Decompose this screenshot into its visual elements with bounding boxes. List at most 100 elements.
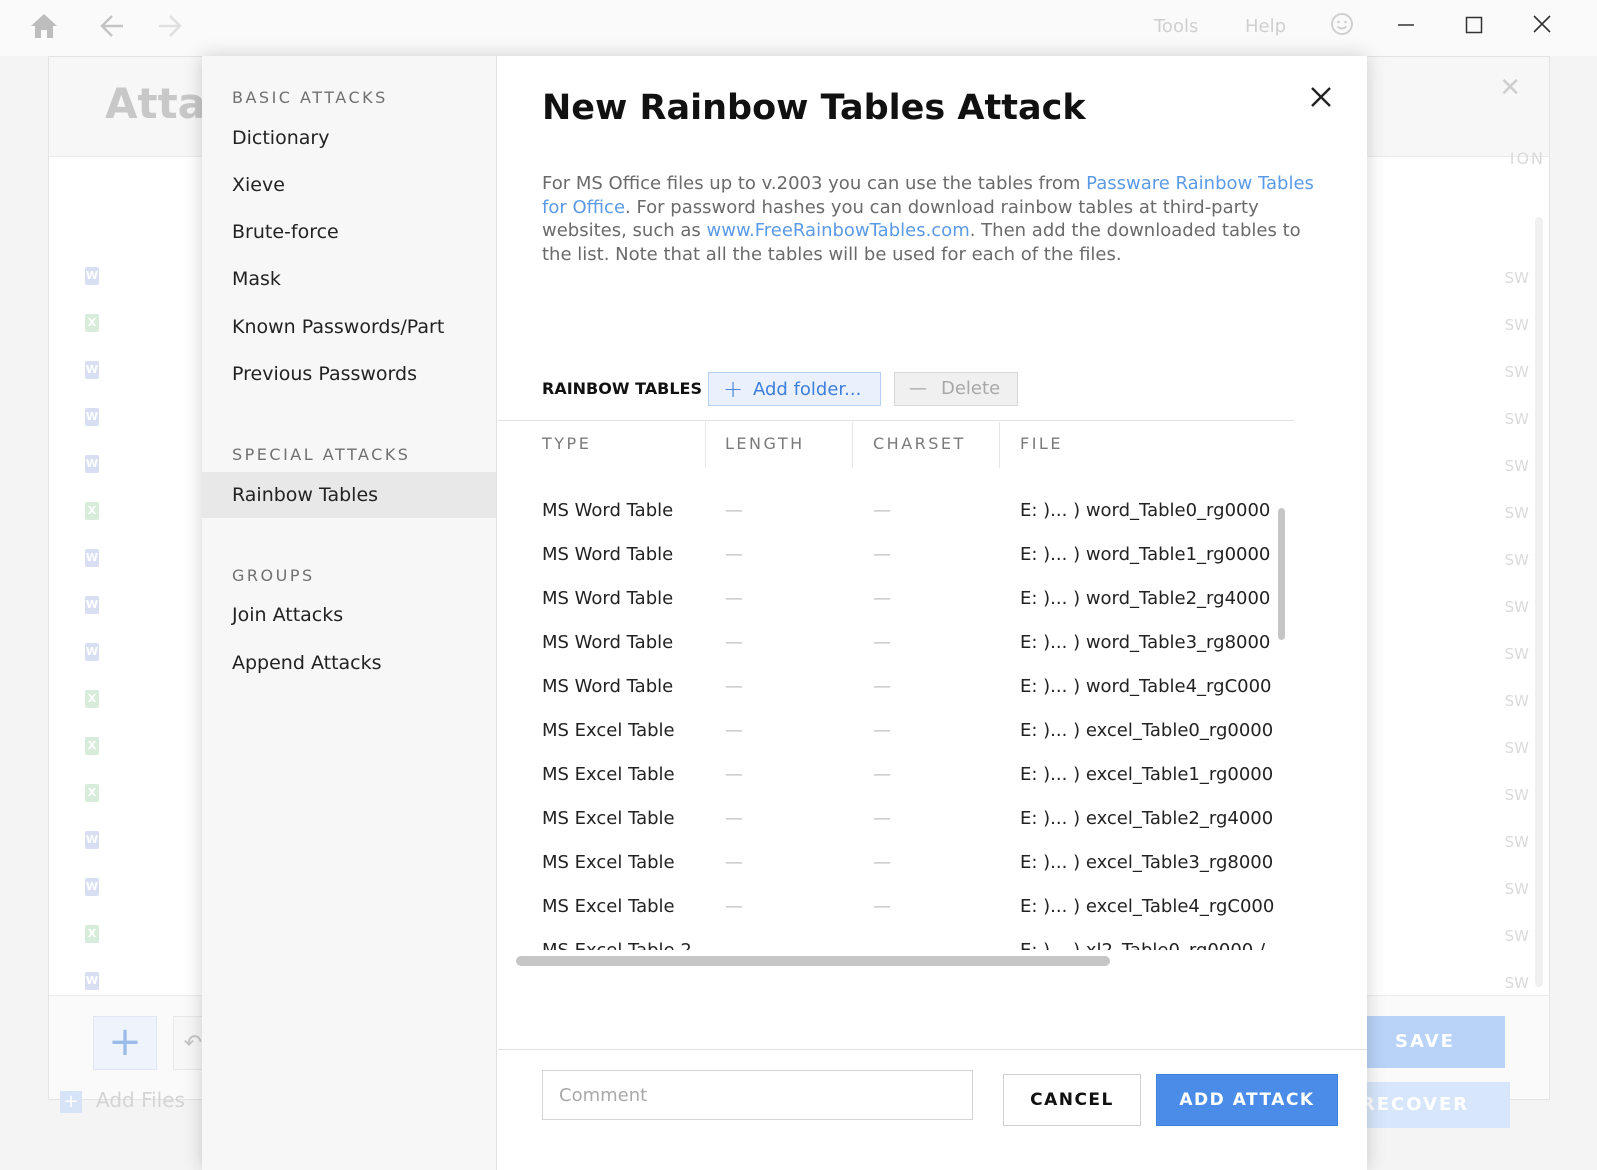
- column-header-length[interactable]: LENGTH: [725, 434, 805, 453]
- rainbow-tables-list: MS Word Table — — E: )... ) word_Table0_…: [498, 486, 1276, 950]
- table-row[interactable]: MS Excel Table — — E: )... ) excel_Table…: [498, 885, 1276, 929]
- cell-type: MS Word Table: [542, 500, 674, 521]
- word-file-icon: W: [85, 878, 99, 896]
- excel-file-icon: X: [85, 690, 99, 708]
- cell-type: MS Excel Table: [542, 808, 675, 829]
- sidebar-item-rainbow-tables[interactable]: Rainbow Tables: [202, 472, 496, 518]
- new-attack-dialog: BASIC ATTACKS Dictionary Xieve Brute-for…: [202, 56, 1367, 1170]
- cell-length: —: [725, 500, 743, 521]
- row-status: SW: [1504, 786, 1529, 804]
- column-separator[interactable]: [999, 422, 1000, 468]
- home-icon[interactable]: [28, 12, 60, 44]
- close-icon[interactable]: [1524, 10, 1560, 46]
- cell-charset: —: [873, 896, 891, 917]
- sidebar-item-mask[interactable]: Mask: [202, 256, 496, 302]
- cell-length: —: [725, 764, 743, 785]
- cell-length: —: [725, 632, 743, 653]
- table-horizontal-scrollbar[interactable]: [516, 956, 1110, 966]
- row-status: SW: [1504, 833, 1529, 851]
- word-file-icon: W: [85, 408, 99, 426]
- column-header-file[interactable]: FILE: [1020, 434, 1063, 453]
- word-file-icon: W: [85, 831, 99, 849]
- cell-file: E: )... ) word_Table3_rg8000: [1020, 632, 1271, 653]
- delete-button[interactable]: — Delete: [894, 372, 1018, 406]
- minus-icon: —: [909, 378, 927, 399]
- excel-file-icon: X: [85, 784, 99, 802]
- description-text: For MS Office files up to v.2003 you can…: [542, 173, 1087, 194]
- arrow-left-icon[interactable]: [96, 12, 128, 44]
- panel-close-icon[interactable]: ✕: [1499, 73, 1521, 103]
- add-attack-button[interactable]: ADD ATTACK: [1156, 1074, 1338, 1126]
- table-row[interactable]: MS Word Table — — E: )... ) word_Table4_…: [498, 665, 1276, 709]
- cell-file: E: )... ) excel_Table2_rg4000: [1020, 808, 1274, 829]
- table-row[interactable]: MS Excel Table — — E: )... ) excel_Table…: [498, 709, 1276, 753]
- cell-charset: —: [873, 808, 891, 829]
- column-header-type[interactable]: TYPE: [542, 434, 591, 453]
- cell-charset: —: [873, 676, 891, 697]
- table-vertical-scrollbar[interactable]: [1278, 508, 1285, 640]
- sidebar-item-join-attacks[interactable]: Join Attacks: [202, 592, 496, 638]
- word-file-icon: W: [85, 643, 99, 661]
- panel-scrollbar[interactable]: [1535, 217, 1543, 987]
- maximize-icon[interactable]: [1456, 10, 1492, 46]
- table-row[interactable]: MS Excel Table — — E: )... ) excel_Table…: [498, 841, 1276, 885]
- add-folder-label: Add folder...: [753, 379, 862, 400]
- cell-type: MS Excel Table: [542, 896, 675, 917]
- table-row[interactable]: MS Excel Table — — E: )... ) excel_Table…: [498, 797, 1276, 841]
- cancel-button[interactable]: CANCEL: [1003, 1074, 1141, 1126]
- table-row[interactable]: MS Excel Table 2 — — E: )... ) xl2_Table…: [498, 929, 1276, 950]
- sidebar-item-dictionary[interactable]: Dictionary: [202, 115, 496, 161]
- plus-icon: +: [723, 375, 744, 403]
- table-row[interactable]: MS Word Table — — E: )... ) word_Table0_…: [498, 489, 1276, 533]
- row-status: SW: [1504, 504, 1529, 522]
- column-separator[interactable]: [705, 422, 706, 468]
- add-attack-plus-button[interactable]: +: [93, 1016, 157, 1070]
- cell-charset: —: [873, 764, 891, 785]
- table-row[interactable]: MS Excel Table — — E: )... ) excel_Table…: [498, 753, 1276, 797]
- row-status: SW: [1504, 457, 1529, 475]
- smiley-icon[interactable]: [1326, 12, 1358, 44]
- column-separator[interactable]: [852, 422, 853, 468]
- cell-charset: —: [873, 720, 891, 741]
- sidebar-item-xieve[interactable]: Xieve: [202, 162, 496, 208]
- dialog-close-icon[interactable]: [1301, 78, 1341, 118]
- plus-icon: +: [60, 1091, 82, 1113]
- cell-length: —: [725, 896, 743, 917]
- menu-help[interactable]: Help: [1245, 16, 1286, 37]
- sidebar-item-previous-passwords[interactable]: Previous Passwords: [202, 351, 496, 397]
- column-header-charset[interactable]: CHARSET: [873, 434, 966, 453]
- title-bar: Tools Help: [0, 0, 1597, 56]
- excel-file-icon: X: [85, 314, 99, 332]
- excel-file-icon: X: [85, 502, 99, 520]
- delete-label: Delete: [941, 378, 1001, 399]
- table-row[interactable]: MS Word Table — — E: )... ) word_Table2_…: [498, 577, 1276, 621]
- sidebar-item-known-passwords[interactable]: Known Passwords/Part: [202, 304, 496, 350]
- add-files-button[interactable]: + Add Files: [60, 1088, 185, 1113]
- save-button[interactable]: SAVE: [1345, 1016, 1505, 1068]
- comment-input[interactable]: [542, 1070, 973, 1120]
- sidebar-item-brute-force[interactable]: Brute-force: [202, 209, 496, 255]
- table-row[interactable]: MS Word Table — — E: )... ) word_Table3_…: [498, 621, 1276, 665]
- cell-file: E: )... ) word_Table1_rg0000: [1020, 544, 1271, 565]
- attack-type-sidebar: BASIC ATTACKS Dictionary Xieve Brute-for…: [202, 56, 497, 1170]
- dialog-title: New Rainbow Tables Attack: [542, 88, 1086, 128]
- row-status: SW: [1504, 598, 1529, 616]
- arrow-right-icon[interactable]: [154, 12, 186, 44]
- cell-type: MS Excel Table: [542, 764, 675, 785]
- cell-file: E: )... ) excel_Table0_rg0000: [1020, 720, 1274, 741]
- menu-tools[interactable]: Tools: [1154, 16, 1198, 37]
- cell-length: —: [725, 544, 743, 565]
- add-folder-button[interactable]: + Add folder...: [708, 372, 881, 406]
- table-row[interactable]: MS Word Table — — E: )... ) word_Table1_…: [498, 533, 1276, 577]
- cell-length: —: [725, 929, 743, 950]
- row-status: SW: [1504, 645, 1529, 663]
- free-rainbow-tables-link[interactable]: www.FreeRainbowTables.com: [707, 220, 970, 241]
- sidebar-heading-basic: BASIC ATTACKS: [232, 88, 388, 107]
- minimize-icon[interactable]: [1388, 10, 1424, 46]
- table-divider: [498, 420, 1294, 421]
- cell-type: MS Excel Table: [542, 720, 675, 741]
- cell-file: E: )... ) xl2_Table0_rg0000 /: [1020, 929, 1265, 950]
- sidebar-item-append-attacks[interactable]: Append Attacks: [202, 640, 496, 686]
- cell-file: E: )... ) excel_Table3_rg8000: [1020, 852, 1274, 873]
- footer-divider: [498, 1049, 1367, 1050]
